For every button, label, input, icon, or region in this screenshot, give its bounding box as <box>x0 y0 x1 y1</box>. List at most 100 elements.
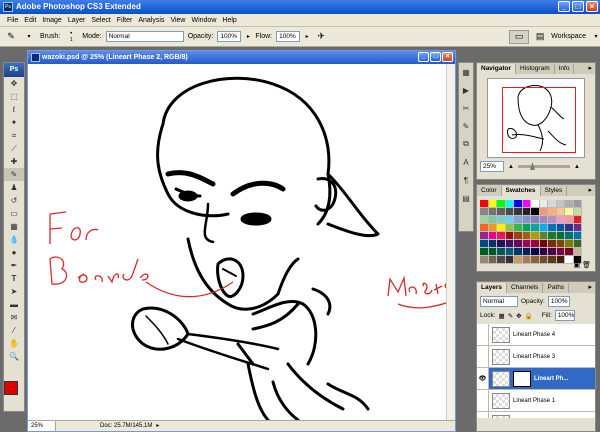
color-swatch[interactable] <box>514 240 523 248</box>
color-swatch[interactable] <box>548 248 557 256</box>
close-icon[interactable]: × <box>586 1 598 12</box>
doc-minimize-icon[interactable]: _ <box>418 52 429 62</box>
dropdown-arrow-icon[interactable]: ▾ <box>22 30 36 44</box>
color-swatch[interactable] <box>539 216 548 224</box>
color-swatch[interactable] <box>522 256 531 264</box>
layer-comps-icon[interactable]: ▤ <box>459 189 473 207</box>
color-swatch[interactable] <box>573 232 582 240</box>
history-panel-icon[interactable]: ▦ <box>459 63 473 81</box>
color-swatch[interactable] <box>556 216 565 224</box>
color-swatch[interactable] <box>514 248 523 256</box>
layer-thumbnail[interactable] <box>492 326 510 343</box>
zoom-slider[interactable] <box>517 162 570 170</box>
color-swatch[interactable] <box>488 248 497 256</box>
opacity-arrow-icon[interactable]: ▸ <box>245 30 251 44</box>
color-swatch[interactable] <box>488 232 497 240</box>
color-swatch[interactable] <box>556 248 565 256</box>
color-swatch[interactable] <box>497 240 506 248</box>
color-swatch[interactable] <box>556 200 565 208</box>
layer-opacity-input[interactable]: 100% <box>547 296 570 307</box>
mode-select[interactable]: Normal <box>105 31 184 42</box>
layer-thumbnail[interactable] <box>492 370 510 387</box>
color-swatch[interactable] <box>556 232 565 240</box>
color-swatch[interactable] <box>556 256 565 264</box>
menu-help[interactable]: Help <box>219 17 239 24</box>
color-swatch[interactable] <box>505 208 514 216</box>
actions-panel-icon[interactable]: ▶ <box>459 81 473 99</box>
color-swatch[interactable] <box>548 208 557 216</box>
color-swatch[interactable] <box>497 248 506 256</box>
color-swatch[interactable] <box>522 224 531 232</box>
color-swatch[interactable] <box>514 256 523 264</box>
new-swatch-icon[interactable]: ▣ <box>574 262 581 269</box>
tab-info[interactable]: Info <box>555 64 575 74</box>
foreground-color-swatch[interactable] <box>4 381 18 395</box>
color-swatch[interactable] <box>480 232 489 240</box>
color-swatch[interactable] <box>573 216 582 224</box>
color-swatch[interactable] <box>505 240 514 248</box>
tab-paths[interactable]: Paths <box>543 283 570 293</box>
color-swatch[interactable] <box>522 232 531 240</box>
layer-row[interactable]: Lineart Phase 1 <box>477 390 595 412</box>
tab-channels[interactable]: Channels <box>507 283 544 293</box>
color-swatch[interactable] <box>565 208 574 216</box>
color-swatch[interactable] <box>573 208 582 216</box>
shape-tool-icon[interactable]: ▬ <box>4 298 24 311</box>
layer-visibility-icon[interactable] <box>477 346 489 367</box>
color-swatch[interactable] <box>539 200 548 208</box>
lock-all-icon[interactable]: 🔒 <box>525 312 533 320</box>
hand-tool-icon[interactable]: ✋ <box>4 337 24 350</box>
navigator-thumbnail[interactable] <box>487 78 585 158</box>
fill-input[interactable]: 100% <box>554 310 575 321</box>
layer-row[interactable]: 👁backup <box>477 412 595 418</box>
navigator-zoom-value[interactable]: 25% <box>480 161 504 172</box>
layer-visibility-icon[interactable] <box>477 390 489 411</box>
layer-visibility-icon[interactable]: 👁 <box>477 412 489 418</box>
color-swatch[interactable] <box>556 240 565 248</box>
brushes-panel-icon[interactable]: ✎ <box>459 117 473 135</box>
tab-navigator[interactable]: Navigator <box>477 64 516 74</box>
layer-row[interactable]: Lineart Phase 3 <box>477 346 595 368</box>
dodge-tool-icon[interactable]: ● <box>4 246 24 259</box>
color-swatch[interactable] <box>505 200 514 208</box>
color-swatch[interactable] <box>539 208 548 216</box>
color-swatch[interactable] <box>522 216 531 224</box>
marquee-tool-icon[interactable]: ⬚ <box>4 90 24 103</box>
workspace-dropdown-icon[interactable]: ▾ <box>592 30 600 44</box>
path-selection-icon[interactable]: ➤ <box>4 285 24 298</box>
color-swatch[interactable] <box>539 256 548 264</box>
clone-source-icon[interactable]: ⧉ <box>459 135 473 153</box>
menu-file[interactable]: File <box>4 17 21 24</box>
color-swatch[interactable] <box>548 232 557 240</box>
color-swatch[interactable] <box>522 208 531 216</box>
gradient-tool-icon[interactable]: ▦ <box>4 220 24 233</box>
color-swatch[interactable] <box>497 208 506 216</box>
magic-wand-icon[interactable]: ✦ <box>4 116 24 129</box>
layer-thumbnail[interactable] <box>492 348 510 365</box>
color-swatch[interactable] <box>488 240 497 248</box>
tab-color[interactable]: Color <box>477 186 502 196</box>
tab-histogram[interactable]: Histogram <box>516 64 555 74</box>
color-swatch[interactable] <box>505 224 514 232</box>
zoom-tool-icon[interactable]: 🔍 <box>4 350 24 363</box>
vertical-scrollbar[interactable] <box>446 64 455 420</box>
tool-presets-icon[interactable]: ✂ <box>459 99 473 117</box>
layer-visibility-icon[interactable]: 👁 <box>477 368 489 389</box>
color-swatch[interactable] <box>573 240 582 248</box>
color-swatch[interactable] <box>497 232 506 240</box>
color-swatch[interactable] <box>514 224 523 232</box>
layer-thumbnail[interactable] <box>492 392 510 409</box>
color-swatch[interactable] <box>497 256 506 264</box>
color-swatch[interactable] <box>488 208 497 216</box>
color-swatch[interactable] <box>531 224 540 232</box>
layer-thumbnail[interactable] <box>492 414 510 418</box>
document-titlebar[interactable]: wazoki.psd @ 25% (Lineart Phase 2, RGB/8… <box>28 51 455 64</box>
color-swatch[interactable] <box>488 224 497 232</box>
color-swatch[interactable] <box>573 200 582 208</box>
character-panel-icon[interactable]: A <box>459 153 473 171</box>
color-swatch[interactable] <box>565 232 574 240</box>
color-swatch[interactable] <box>480 208 489 216</box>
color-swatch[interactable] <box>565 200 574 208</box>
doc-close-icon[interactable]: × <box>442 52 453 62</box>
color-swatch[interactable] <box>556 208 565 216</box>
